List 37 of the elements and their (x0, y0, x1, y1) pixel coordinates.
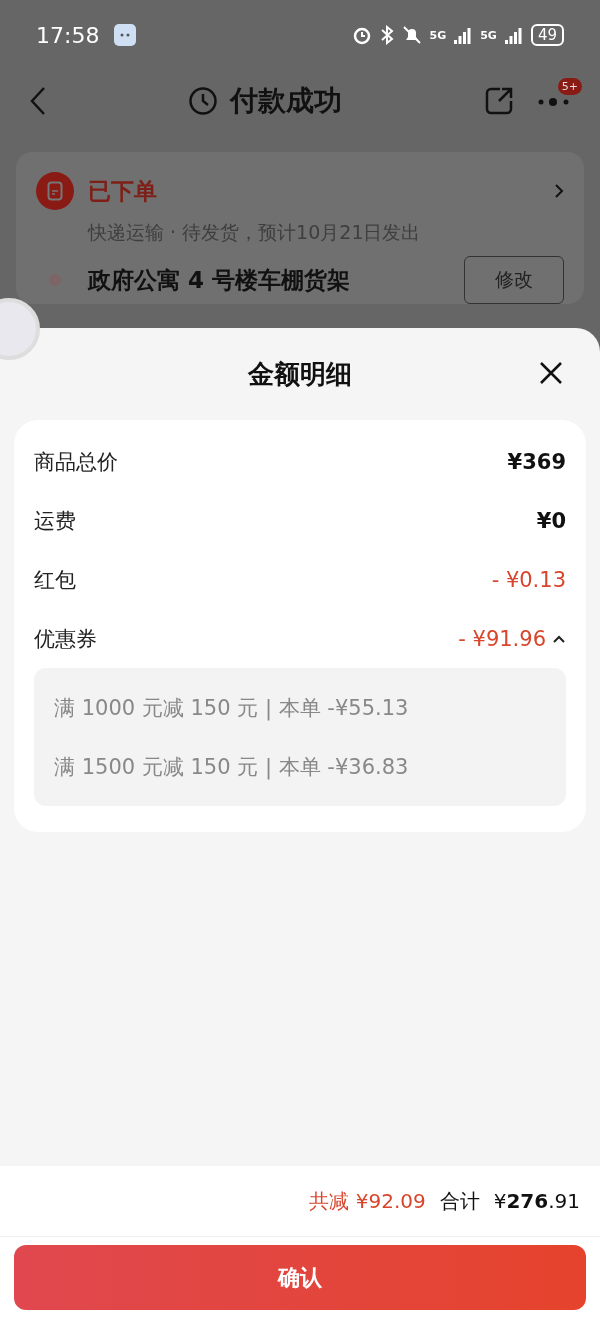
delivery-address: 政府公寓 4 号楼车棚货架 (88, 265, 352, 295)
amount-value: - ¥0.13 (491, 567, 566, 592)
amount-value: - ¥91.96 (458, 626, 546, 651)
coupon-detail: 满 1500 元减 150 元 | 本单 -¥36.83 (54, 753, 410, 782)
notification-badge: 5+ (557, 77, 582, 95)
network-label: 5G (480, 28, 497, 42)
more-icon[interactable] (538, 96, 570, 107)
network-label: 5G (429, 28, 447, 42)
back-icon[interactable] (30, 86, 46, 116)
chevron-right-icon[interactable] (554, 183, 564, 199)
app-icon (113, 23, 138, 47)
amount-label: 商品总价 (34, 448, 119, 476)
bluetooth-icon (379, 25, 394, 45)
amount-value: ¥369 (507, 449, 566, 474)
total-discount: 共减 ¥92.09 (309, 1187, 426, 1215)
coupon-detail: 满 1000 元减 150 元 | 本单 -¥55.13 (54, 694, 410, 723)
confirm-button[interactable]: 确认 (14, 1245, 586, 1310)
battery-level: 49 (530, 24, 564, 46)
amount-label: 优惠券 (34, 625, 98, 653)
signal-icon (454, 26, 473, 44)
amount-label: 运费 (34, 507, 77, 535)
bell-off-icon (401, 25, 422, 45)
order-icon (36, 172, 74, 210)
order-status: 已下单 (88, 176, 158, 206)
close-button[interactable] (538, 360, 564, 386)
amount-value: ¥0 (536, 508, 566, 533)
share-icon[interactable] (484, 86, 514, 116)
sheet-title: 金额明细 (248, 357, 352, 391)
amount-label: 红包 (34, 566, 77, 594)
total-amount: ¥276.91 (493, 1189, 580, 1213)
signal-icon (504, 26, 523, 44)
page-title: 付款成功 (230, 83, 342, 119)
total-label: 合计 (439, 1187, 480, 1215)
clock-icon (188, 86, 218, 116)
alarm-icon (351, 25, 372, 45)
status-time: 17:58 (36, 22, 100, 48)
edit-button[interactable]: 修改 (464, 256, 564, 304)
